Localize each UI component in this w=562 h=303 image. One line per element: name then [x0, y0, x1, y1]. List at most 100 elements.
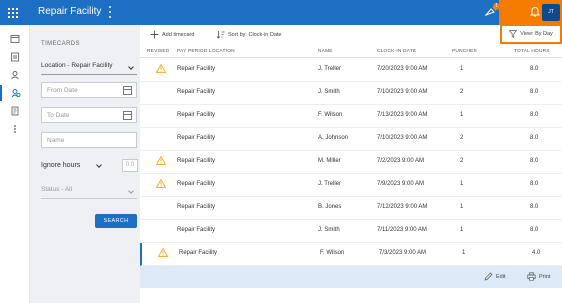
warning-icon	[156, 64, 166, 73]
row-name: M. Miller	[318, 158, 341, 164]
row-name: F. Wilson	[320, 250, 345, 256]
rail-reports-icon[interactable]	[0, 103, 30, 119]
calendar-icon[interactable]	[123, 86, 132, 95]
row-total-hours: 8.0	[530, 112, 539, 118]
ignore-hours-select[interactable]: Ignore hours	[41, 162, 80, 169]
top-app-bar: Repair Facility 1 ? 0 JT	[0, 0, 562, 25]
chevron-down-icon	[128, 64, 134, 70]
edit-label: Edit	[496, 273, 506, 280]
table-row[interactable]: Repair Facility F. Wilson 7/3/2023 9:00 AM…	[140, 243, 562, 266]
chevron-down-icon	[128, 188, 134, 194]
row-total-hours: 8.0	[530, 66, 539, 72]
pencil-icon	[484, 272, 493, 281]
row-total-hours: 4.0	[532, 250, 541, 256]
sort-icon	[216, 31, 225, 39]
rail-timecards-icon[interactable]	[0, 85, 30, 101]
sort-button[interactable]: Sort by: Clock-in Date	[216, 29, 282, 40]
column-revised[interactable]: REVISED	[147, 49, 169, 54]
row-punches: 2	[460, 135, 464, 141]
apps-grid-icon[interactable]	[0, 0, 25, 25]
table-row[interactable]: Repair Facility B. Jones 7/12/2023 9:00 AM…	[140, 197, 562, 220]
ignore-hours-value[interactable]: 0.0	[122, 159, 138, 172]
row-location: Repair Facility	[177, 66, 216, 72]
status-select[interactable]: Status - All	[41, 186, 137, 199]
warning-icon	[156, 156, 166, 165]
row-clock-in-date: 7/11/2023 9:00 AM	[377, 227, 427, 233]
add-timecard-button[interactable]: Add timecard	[150, 29, 194, 40]
row-location: Repair Facility	[177, 135, 216, 141]
chevron-down-icon[interactable]	[96, 162, 102, 168]
row-clock-in-date: 7/13/2023 9:00 AM	[377, 112, 428, 118]
row-name: F. Wilson	[318, 112, 343, 118]
view-label: View: By Day	[520, 31, 553, 37]
column-name[interactable]: NAME	[318, 49, 333, 54]
to-date-placeholder: To Date	[47, 112, 70, 119]
app-title: Repair Facility	[38, 6, 102, 17]
rail-dashboard-icon[interactable]	[0, 31, 30, 47]
edit-button[interactable]: Edit	[484, 272, 505, 281]
search-button[interactable]: SEARCH	[95, 214, 137, 228]
table-row[interactable]: Repair Facility J. Treller 7/9/2023 9:00 A…	[140, 174, 562, 197]
row-location: Repair Facility	[177, 112, 216, 118]
table-row[interactable]: Repair Facility J. Treller 7/20/2023 9:00 …	[140, 59, 562, 82]
more-menu-icon[interactable]	[107, 4, 113, 20]
row-punches: 1	[460, 204, 464, 210]
row-location: Repair Facility	[177, 181, 216, 187]
to-date-input[interactable]: To Date	[41, 107, 137, 123]
table-row[interactable]: Repair Facility F. Wilson 7/13/2023 9:00 A…	[140, 105, 562, 128]
row-name: J. Smith	[318, 89, 340, 95]
row-clock-in-date: 7/10/2023 9:00 AM	[377, 89, 428, 95]
table-row[interactable]: Repair Facility J. Smith 7/10/2023 9:00 AM…	[140, 82, 562, 105]
column-clock-in[interactable]: CLOCK-IN DATE	[377, 49, 416, 54]
row-clock-in-date: 7/12/2023 9:00 AM	[377, 204, 428, 210]
row-name: J. Treller	[318, 66, 342, 72]
timecard-filter-panel: TIMECARDS Location - Repair Facility Fro…	[30, 25, 140, 303]
column-location[interactable]: PAY PERIOD LOCATION	[177, 49, 235, 54]
row-clock-in-date: 7/3/2023 9:00 AM	[379, 250, 427, 256]
add-timecard-label: Add timecard	[162, 31, 195, 38]
row-clock-in-date: 7/10/2023 9:00 AM	[377, 135, 428, 141]
printer-icon	[527, 272, 536, 281]
plus-icon	[150, 30, 159, 39]
rail-schedule-icon[interactable]	[0, 49, 30, 65]
row-total-hours: 8.0	[530, 227, 539, 233]
column-punches[interactable]: PUNCHES	[452, 49, 477, 54]
rail-people-icon[interactable]	[0, 67, 30, 83]
row-clock-in-date: 7/9/2023 9:00 AM	[377, 181, 425, 187]
warning-icon	[156, 179, 166, 188]
rail-more-icon[interactable]	[0, 121, 30, 137]
row-location: Repair Facility	[179, 250, 218, 256]
row-total-hours: 8.0	[530, 135, 539, 141]
name-placeholder: Name	[47, 137, 65, 144]
table-row[interactable]: Repair Facility J. Smith 7/11/2023 9:00 AM…	[140, 220, 562, 243]
row-location: Repair Facility	[177, 158, 216, 164]
avatar[interactable]: JT	[542, 4, 560, 21]
filter-section-title: TIMECARDS	[41, 41, 80, 47]
from-date-placeholder: From Date	[47, 87, 78, 94]
calendar-icon[interactable]	[123, 111, 132, 120]
table-row[interactable]: Repair Facility M. Miller 7/2/2023 9:00 AM…	[140, 151, 562, 174]
row-name: J. Treller	[318, 181, 342, 187]
row-total-hours: 8.0	[530, 181, 539, 187]
location-select-value: Location - Repair Facility	[41, 62, 113, 69]
view-by-day-button[interactable]: View: By Day	[500, 24, 562, 44]
table-header: REVISED PAY PERIOD LOCATION NAME CLOCK-I…	[140, 46, 562, 58]
warning-icon	[158, 248, 168, 257]
name-input[interactable]: Name	[41, 132, 137, 148]
table-row[interactable]: Repair Facility A. Johnson 7/10/2023 9:00 …	[140, 128, 562, 151]
row-name: B. Jones	[318, 204, 342, 210]
location-select[interactable]: Location - Repair Facility	[41, 62, 137, 75]
bell-icon[interactable]	[530, 6, 540, 17]
row-location: Repair Facility	[177, 204, 216, 210]
status-select-value: Status - All	[41, 186, 73, 193]
from-date-input[interactable]: From Date	[41, 82, 137, 98]
print-label: Print	[539, 273, 551, 280]
selection-action-bar: Edit Print	[140, 266, 562, 288]
row-total-hours: 8.0	[530, 158, 539, 164]
row-punches: 1	[462, 250, 466, 256]
timecards-main: Add timecard Sort by: Clock-in Date View…	[140, 24, 562, 303]
row-clock-in-date: 7/2/2023 9:00 AM	[377, 158, 425, 164]
row-clock-in-date: 7/20/2023 9:00 AM	[377, 66, 428, 72]
column-total-hours[interactable]: TOTAL HOURS	[514, 49, 550, 54]
print-button[interactable]: Print	[527, 272, 550, 281]
